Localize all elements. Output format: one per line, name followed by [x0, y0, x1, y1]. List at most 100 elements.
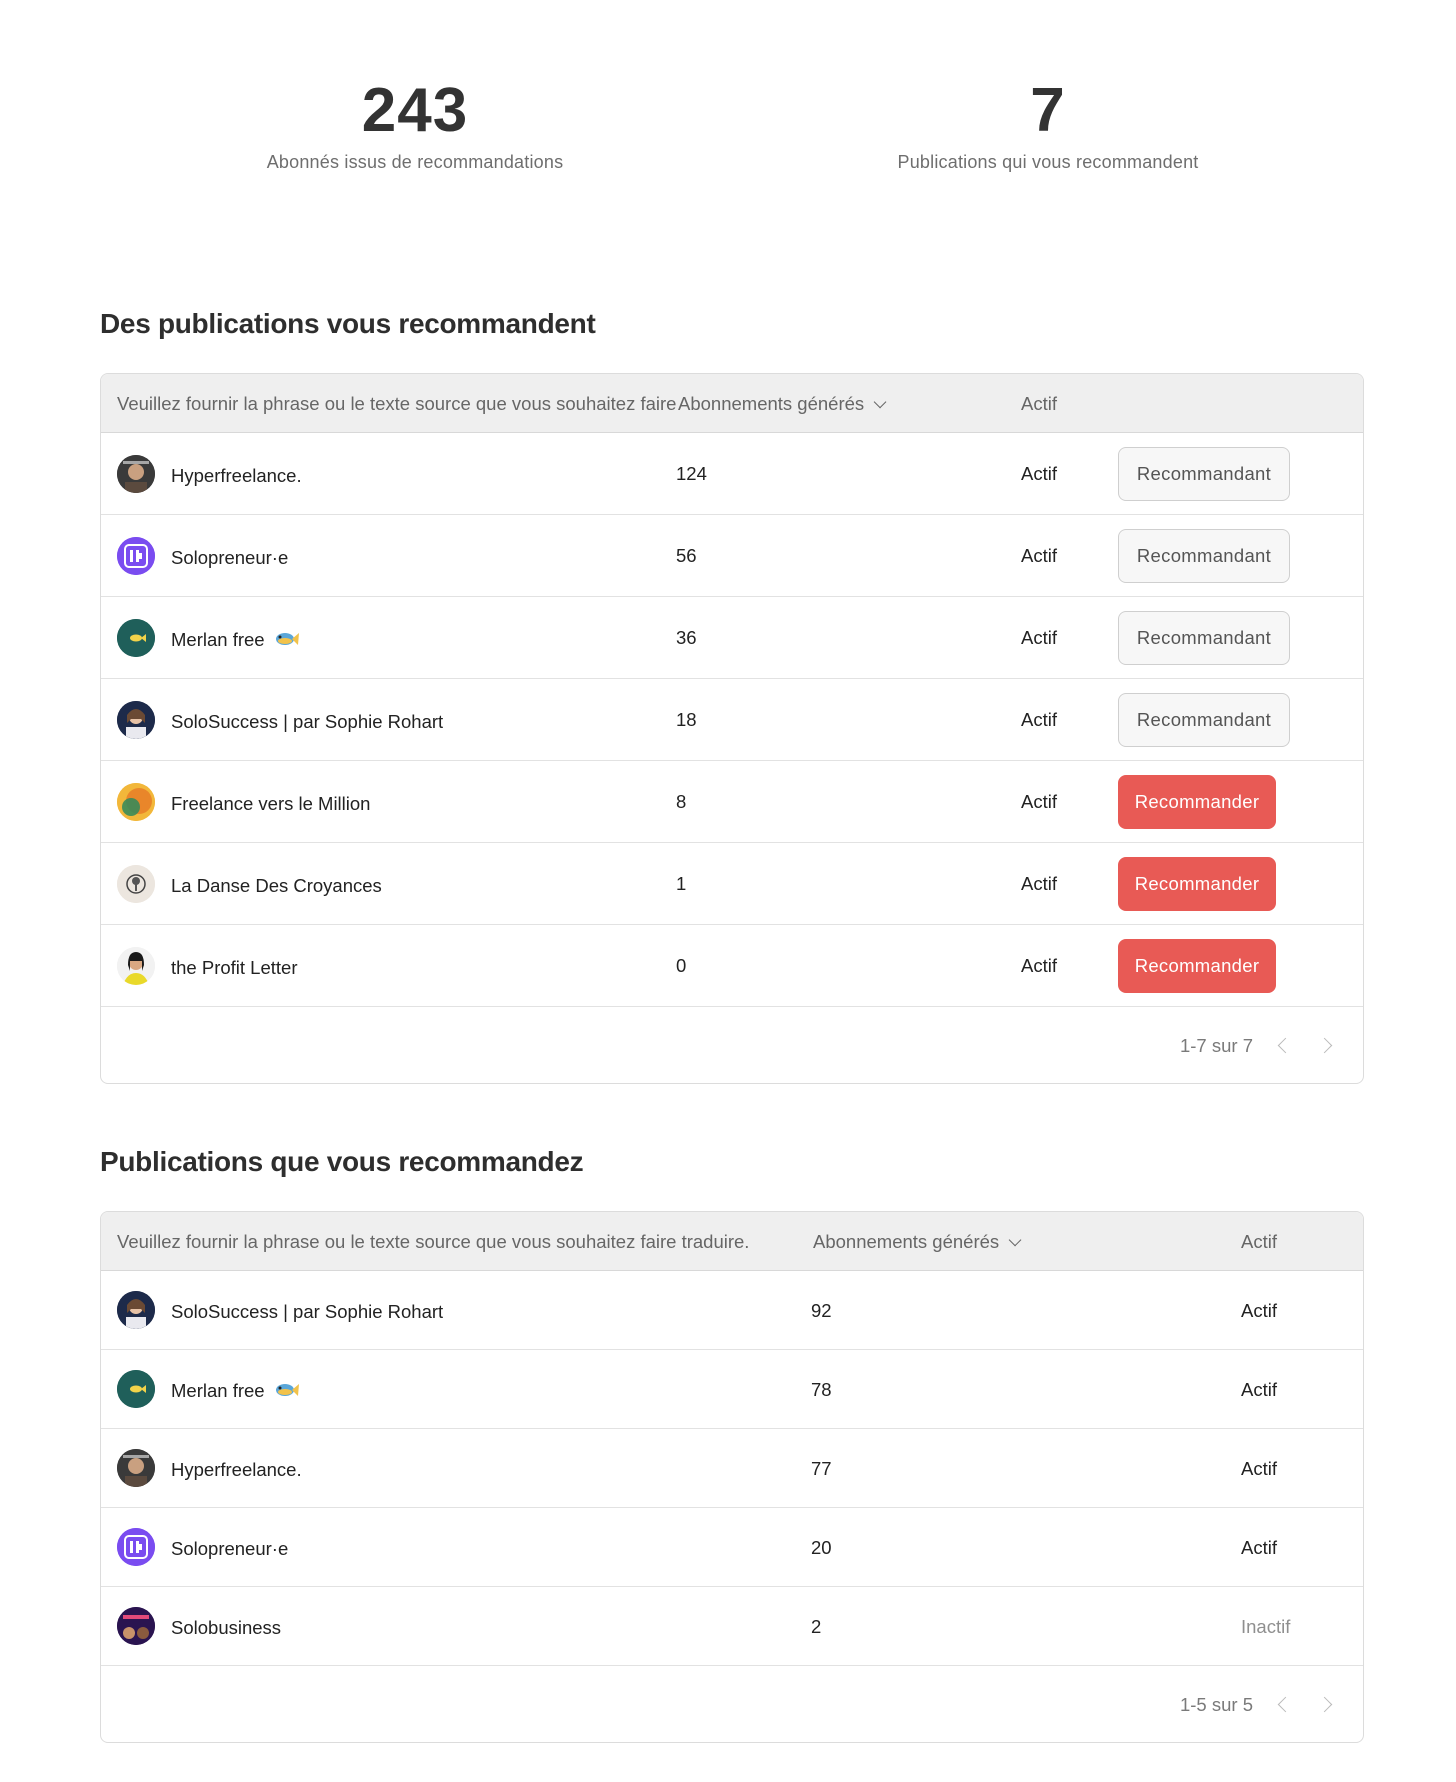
- status-text: Actif: [1021, 873, 1057, 894]
- status-text: Actif: [1021, 627, 1057, 648]
- status-text: Actif: [1021, 463, 1057, 484]
- solopreneure-avatar-icon: [117, 537, 155, 575]
- table-row[interactable]: SoloSuccess | par Sophie Rohart 92 Actif: [101, 1271, 1363, 1350]
- chevron-down-icon: [1008, 1233, 1022, 1247]
- recommending-button[interactable]: Recommandant: [1118, 693, 1290, 747]
- subs-count: 78: [811, 1379, 832, 1400]
- table-row[interactable]: Solopreneur·e 20 Actif: [101, 1508, 1363, 1587]
- column-header-status: Actif: [1021, 393, 1057, 414]
- subs-count: 124: [676, 463, 707, 484]
- chevron-right-icon[interactable]: [1316, 1696, 1333, 1713]
- table-row[interactable]: SoloSuccess | par Sophie Rohart 18 Actif…: [101, 679, 1363, 761]
- profit-letter-avatar-icon: [117, 947, 155, 985]
- publication-name: SoloSuccess | par Sophie Rohart: [171, 711, 444, 732]
- chevron-right-icon[interactable]: [1316, 1037, 1333, 1054]
- hyperfreelance-avatar-icon: [117, 455, 155, 493]
- referral-subscribers-stat: 243 Abonnés issus de recommandations: [165, 78, 665, 173]
- section-title-you-recommend: Publications que vous recommandez: [100, 1146, 584, 1177]
- danse-croyances-avatar-icon: [117, 865, 155, 903]
- subs-count: 0: [676, 955, 687, 976]
- subs-count: 92: [811, 1300, 832, 1321]
- recommending-button[interactable]: Recommandant: [1118, 529, 1290, 583]
- recommend-button[interactable]: Recommander: [1118, 775, 1276, 829]
- chevron-left-icon[interactable]: [1277, 1696, 1294, 1713]
- status-text: Actif: [1241, 1300, 1277, 1321]
- table-footer: 1-5 sur 5: [101, 1666, 1363, 1742]
- publication-name: Merlan free: [171, 629, 265, 650]
- publication-name-wrap: Merlan free: [171, 1380, 299, 1402]
- fish-icon: [275, 633, 299, 646]
- publication-name: the Profit Letter: [171, 957, 298, 978]
- recommending-button[interactable]: Recommandant: [1118, 611, 1290, 665]
- recommend-button[interactable]: Recommander: [1118, 857, 1276, 911]
- table-footer: 1-7 sur 7: [101, 1007, 1363, 1083]
- publication-name: Hyperfreelance.: [171, 465, 302, 486]
- stat-label: Abonnés issus de recommandations: [266, 152, 564, 172]
- section-title-recommending-you: Des publications vous recommandent: [100, 308, 596, 339]
- publication-name: SoloSuccess | par Sophie Rohart: [171, 1301, 444, 1322]
- recommend-button[interactable]: Recommander: [1118, 939, 1276, 993]
- status-text: Actif: [1241, 1537, 1277, 1558]
- you-recommend-table: Veuillez fournir la phrase ou le texte s…: [100, 1211, 1364, 1743]
- merlan-avatar-icon: [117, 619, 155, 657]
- subs-count: 36: [676, 627, 697, 648]
- solobusiness-avatar-icon: [117, 1607, 155, 1645]
- column-header-subs-sort[interactable]: Abonnements générés: [676, 393, 887, 415]
- solopreneure-avatar-icon: [117, 1528, 155, 1566]
- status-text: Actif: [1241, 1458, 1277, 1479]
- recommending-you-table: Veuillez fournir la phrase ou le texte s…: [100, 373, 1364, 1084]
- stat-value: 243: [361, 76, 469, 145]
- pagination-label: 1-7 sur 7: [1179, 1035, 1253, 1056]
- table-row[interactable]: Merlan free 36 Actif Recommandant: [101, 597, 1363, 679]
- status-text: Inactif: [1241, 1616, 1291, 1637]
- table-row[interactable]: Hyperfreelance. 124 Actif Recommandant: [101, 433, 1363, 515]
- column-header-subs: Abonnements générés: [678, 393, 865, 414]
- status-text: Actif: [1021, 545, 1057, 566]
- publication-name: Hyperfreelance.: [171, 1459, 302, 1480]
- subs-count: 56: [676, 545, 697, 566]
- status-text: Actif: [1021, 791, 1057, 812]
- hyperfreelance-avatar-icon: [117, 1449, 155, 1487]
- publication-name: La Danse Des Croyances: [171, 875, 382, 896]
- table-row[interactable]: La Danse Des Croyances 1 Actif Recommand…: [101, 843, 1363, 925]
- status-text: Actif: [1241, 1379, 1277, 1400]
- publication-name-wrap: Merlan free: [171, 629, 299, 651]
- table-header: Veuillez fournir la phrase ou le texte s…: [101, 1212, 1363, 1271]
- solosuccess-avatar-icon: [117, 1291, 155, 1329]
- chevron-down-icon: [873, 395, 887, 409]
- fish-icon: [275, 1384, 299, 1397]
- status-text: Actif: [1021, 955, 1057, 976]
- table-row[interactable]: Hyperfreelance. 77 Actif: [101, 1429, 1363, 1508]
- status-text: Actif: [1021, 709, 1057, 730]
- stat-label: Publications qui vous recommandent: [897, 152, 1199, 172]
- column-header-name: Veuillez fournir la phrase ou le texte s…: [117, 1231, 750, 1252]
- stats-section: 243 Abonnés issus de recommandations 7 P…: [0, 0, 1456, 200]
- column-header-name: Veuillez fournir la phrase ou le texte s…: [117, 393, 750, 414]
- publication-name: Freelance vers le Million: [171, 793, 371, 814]
- merlan-avatar-icon: [117, 1370, 155, 1408]
- pagination-label: 1-5 sur 5: [1179, 1694, 1253, 1715]
- subs-count: 2: [811, 1616, 822, 1637]
- subs-count: 20: [811, 1537, 832, 1558]
- chevron-left-icon[interactable]: [1277, 1037, 1294, 1054]
- table-header: Veuillez fournir la phrase ou le texte s…: [101, 374, 1363, 433]
- table-row[interactable]: Solopreneur·e 56 Actif Recommandant: [101, 515, 1363, 597]
- table-row[interactable]: the Profit Letter 0 Actif Recommander: [101, 925, 1363, 1007]
- subs-count: 18: [676, 709, 697, 730]
- publication-name: Solobusiness: [171, 1617, 282, 1638]
- column-header-subs: Abonnements générés: [813, 1231, 1000, 1252]
- subs-count: 77: [811, 1458, 832, 1479]
- recommending-button[interactable]: Recommandant: [1118, 447, 1290, 501]
- subs-count: 8: [676, 791, 687, 812]
- column-header-subs-sort[interactable]: Abonnements générés: [811, 1231, 1022, 1253]
- publication-name: Merlan free: [171, 1380, 265, 1401]
- subs-count: 1: [676, 873, 687, 894]
- table-row[interactable]: Freelance vers le Million 8 Actif Recomm…: [101, 761, 1363, 843]
- table-row[interactable]: Merlan free 78 Actif: [101, 1350, 1363, 1429]
- solosuccess-avatar-icon: [117, 701, 155, 739]
- table-row[interactable]: Solobusiness 2 Inactif: [101, 1587, 1363, 1666]
- publication-name: Solopreneur·e: [171, 1538, 289, 1559]
- freelance-million-avatar-icon: [117, 783, 155, 821]
- column-header-status: Actif: [1241, 1231, 1277, 1252]
- recommending-publications-stat: 7 Publications qui vous recommandent: [798, 78, 1298, 173]
